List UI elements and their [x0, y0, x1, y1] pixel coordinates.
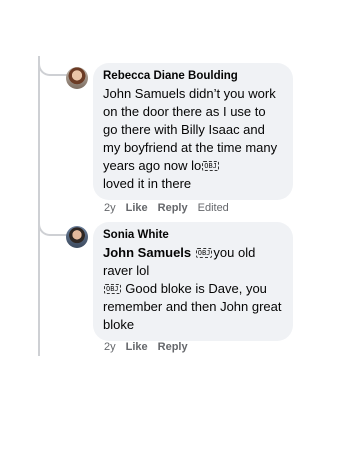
- comment-timestamp[interactable]: 2y: [104, 202, 116, 214]
- comment-text-part: Good bloke is Dave, you remember and the…: [103, 281, 282, 332]
- comment-author[interactable]: Rebecca Diane Boulding: [103, 69, 283, 84]
- avatar[interactable]: [66, 67, 88, 89]
- like-button[interactable]: Like: [126, 202, 148, 214]
- object-replacement-icon: OBJ: [104, 284, 121, 294]
- reply-button[interactable]: Reply: [158, 202, 188, 214]
- comment-text: John Samuels didn’t you work on the door…: [103, 85, 283, 193]
- comment-actions: 2y Like Reply: [104, 341, 188, 353]
- thread-branch: [38, 216, 68, 236]
- comment-actions: 2y Like Reply Edited: [104, 202, 229, 214]
- comment-text-part: John Samuels didn’t you work on the door…: [103, 86, 278, 173]
- mention-link[interactable]: John Samuels: [103, 245, 191, 260]
- thread-line: [38, 56, 40, 356]
- object-replacement-icon: OBJ: [195, 248, 213, 258]
- reply-button[interactable]: Reply: [158, 341, 188, 353]
- like-button[interactable]: Like: [126, 341, 148, 353]
- comment-text-part: loved it in there: [103, 176, 192, 191]
- comment-timestamp[interactable]: 2y: [104, 341, 116, 353]
- object-replacement-icon: OBJ: [202, 161, 219, 171]
- avatar[interactable]: [66, 226, 88, 248]
- comment-bubble: Rebecca Diane Boulding John Samuels didn…: [93, 63, 293, 200]
- comment-author[interactable]: Sonia White: [103, 228, 283, 243]
- comment-bubble: Sonia White John Samuels OBJ you old rave…: [93, 222, 293, 341]
- thread-branch: [38, 56, 68, 76]
- comment-text: John Samuels OBJ you old raver lol OBJ Goo…: [103, 244, 283, 334]
- edited-label[interactable]: Edited: [198, 202, 229, 214]
